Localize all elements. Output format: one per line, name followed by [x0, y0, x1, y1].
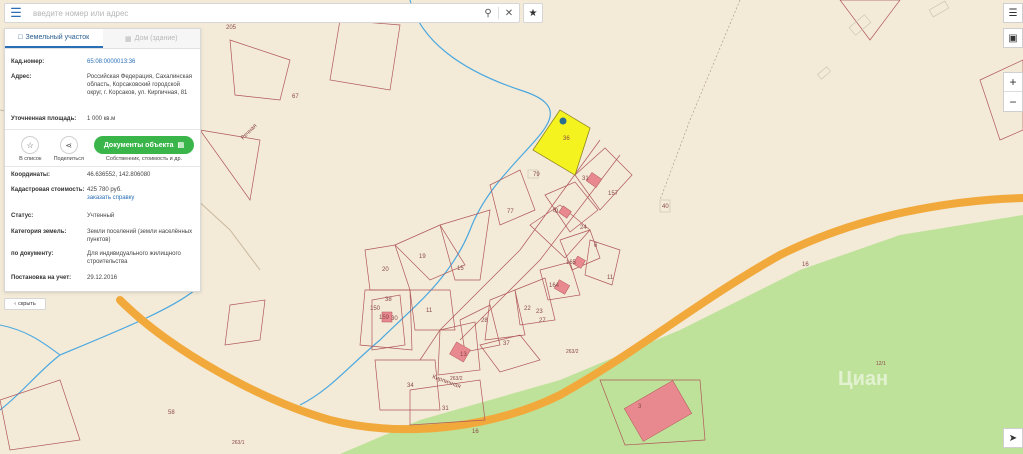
parcel-label: 37	[503, 341, 510, 347]
by-document-key: по документу:	[11, 251, 54, 257]
parcel-label: 58	[168, 410, 175, 416]
info-panel: □ Земельный участок ▦ Дом (здание) Кад.н…	[4, 28, 201, 292]
registration-date-value: 29.12.2016	[87, 275, 118, 281]
parcel-label: 31	[582, 176, 589, 182]
parcel-label: 159	[379, 315, 390, 321]
tab-building-label: Дом (здание)	[134, 35, 178, 42]
add-to-list-button[interactable]: ☆ В список	[11, 136, 50, 162]
zoom-out-button[interactable]: −	[1004, 92, 1022, 111]
cadastral-number-key: Кад.номер:	[11, 59, 45, 65]
area-key: Уточненная площадь:	[11, 116, 77, 122]
parcel-label: 67	[292, 94, 299, 100]
share-icon: ⋖	[59, 136, 78, 154]
zoom-in-button[interactable]: +	[1004, 73, 1022, 92]
share-label: Поделиться	[53, 156, 84, 162]
parcel-label: 79	[533, 172, 540, 178]
parcel-label: 263/1	[232, 440, 245, 446]
parcel-label: 16	[802, 262, 809, 268]
cadastral-number-value[interactable]: 65:08:0000013:36	[87, 58, 194, 73]
parcel-label: 263/2	[566, 349, 579, 355]
registration-date-key: Постановка на учет:	[11, 275, 72, 281]
coordinates-value: 46.636552, 142.806080	[87, 172, 151, 178]
search-icon[interactable]: ⚲	[478, 4, 498, 22]
fullscreen-icon[interactable]: ▣	[1003, 28, 1023, 48]
parcel-label: 77	[507, 209, 514, 215]
search-input[interactable]	[27, 5, 478, 21]
parcel-label: 13	[460, 352, 467, 358]
menu-icon[interactable]: ☰	[5, 4, 27, 22]
close-icon[interactable]: ✕	[499, 4, 519, 22]
parcel-label: 12/1	[876, 361, 886, 367]
parcel-label: 40	[662, 204, 669, 210]
address-key: Адрес:	[11, 74, 32, 80]
watermark: Циан	[838, 368, 889, 390]
status-value: Учтенный	[87, 213, 115, 219]
share-button[interactable]: ⋖ Поделиться	[50, 136, 89, 162]
layers-icon[interactable]: ☰	[1003, 3, 1023, 23]
documents-block: Документы объекта ▤ Собственник, стоимос…	[94, 136, 194, 162]
documents-label: Документы объекта	[103, 141, 174, 149]
land-category-value: Земли поселений (земли населённых пункто…	[87, 229, 193, 243]
parcel-label: 15	[457, 266, 464, 272]
parcel-label: 11	[607, 275, 614, 281]
parcel-label: 11	[426, 308, 433, 314]
documents-button[interactable]: Документы объекта ▤	[94, 136, 194, 154]
parcel-label: 31	[442, 406, 449, 412]
parcel-label: 28	[481, 318, 488, 324]
cadastral-value-value: 425 780 руб.	[87, 187, 122, 193]
parcel-label: 205	[226, 25, 237, 31]
parcel-label: 20	[382, 267, 389, 273]
panel-actions: ☆ В список ⋖ Поделиться Документы объект…	[5, 130, 200, 166]
land-category-key: Категория земель:	[11, 229, 67, 235]
order-certificate-link[interactable]: заказать справку	[87, 194, 194, 202]
panel-tabs: □ Земельный участок ▦ Дом (здание)	[5, 29, 200, 49]
tab-land-plot[interactable]: □ Земельный участок	[5, 29, 103, 48]
document-icon: ▤	[177, 142, 185, 149]
tab-land-plot-label: Земельный участок	[25, 34, 90, 41]
cadastral-value-key: Кадастровая стоимость:	[11, 187, 85, 193]
parcel-label: 27	[539, 318, 546, 324]
hide-panel-label: скрыть	[18, 301, 36, 307]
selected-parcel-marker	[559, 117, 567, 125]
parcel-label: 30	[391, 316, 398, 322]
area-value: 1 000 кв.м	[87, 116, 116, 122]
parcel-label: 34	[407, 383, 414, 389]
address-value: Российская Федерация, Сахалинская област…	[87, 74, 192, 96]
locate-icon[interactable]: ➤	[1003, 428, 1023, 448]
parcel-label: 16	[472, 429, 479, 435]
coordinates-key: Координаты:	[11, 172, 51, 178]
parcel-label: 23	[536, 309, 543, 315]
parcel-label: 165	[566, 260, 577, 266]
parcel-label: 164	[549, 283, 560, 289]
star-icon[interactable]: ★	[523, 3, 543, 23]
add-to-list-label: В список	[19, 156, 42, 162]
search-bar: ☰ ⚲ ✕	[4, 3, 520, 23]
hide-panel-button[interactable]: ‹ скрыть	[4, 298, 46, 310]
parcel-label: 157	[608, 191, 619, 197]
parcel-label: 22	[524, 306, 531, 312]
status-key: Статус:	[11, 213, 34, 219]
parcel-label: 19	[419, 254, 426, 260]
zoom-control: + −	[1003, 72, 1023, 112]
parcel-label: 24	[580, 225, 587, 231]
building-icon: ▦	[125, 35, 132, 43]
parcel-label: 38	[385, 297, 392, 303]
chevron-left-icon: ‹	[14, 301, 17, 307]
parcel-label: 36	[563, 136, 570, 142]
star-outline-icon: ☆	[21, 136, 40, 154]
parcel-label: 150	[370, 306, 381, 312]
plot-icon: □	[18, 34, 23, 41]
documents-subtitle: Собственник, стоимость и др.	[105, 156, 183, 162]
by-document-value: Для индивидуального жилищного строительс…	[87, 251, 181, 265]
tab-building[interactable]: ▦ Дом (здание)	[102, 29, 200, 48]
